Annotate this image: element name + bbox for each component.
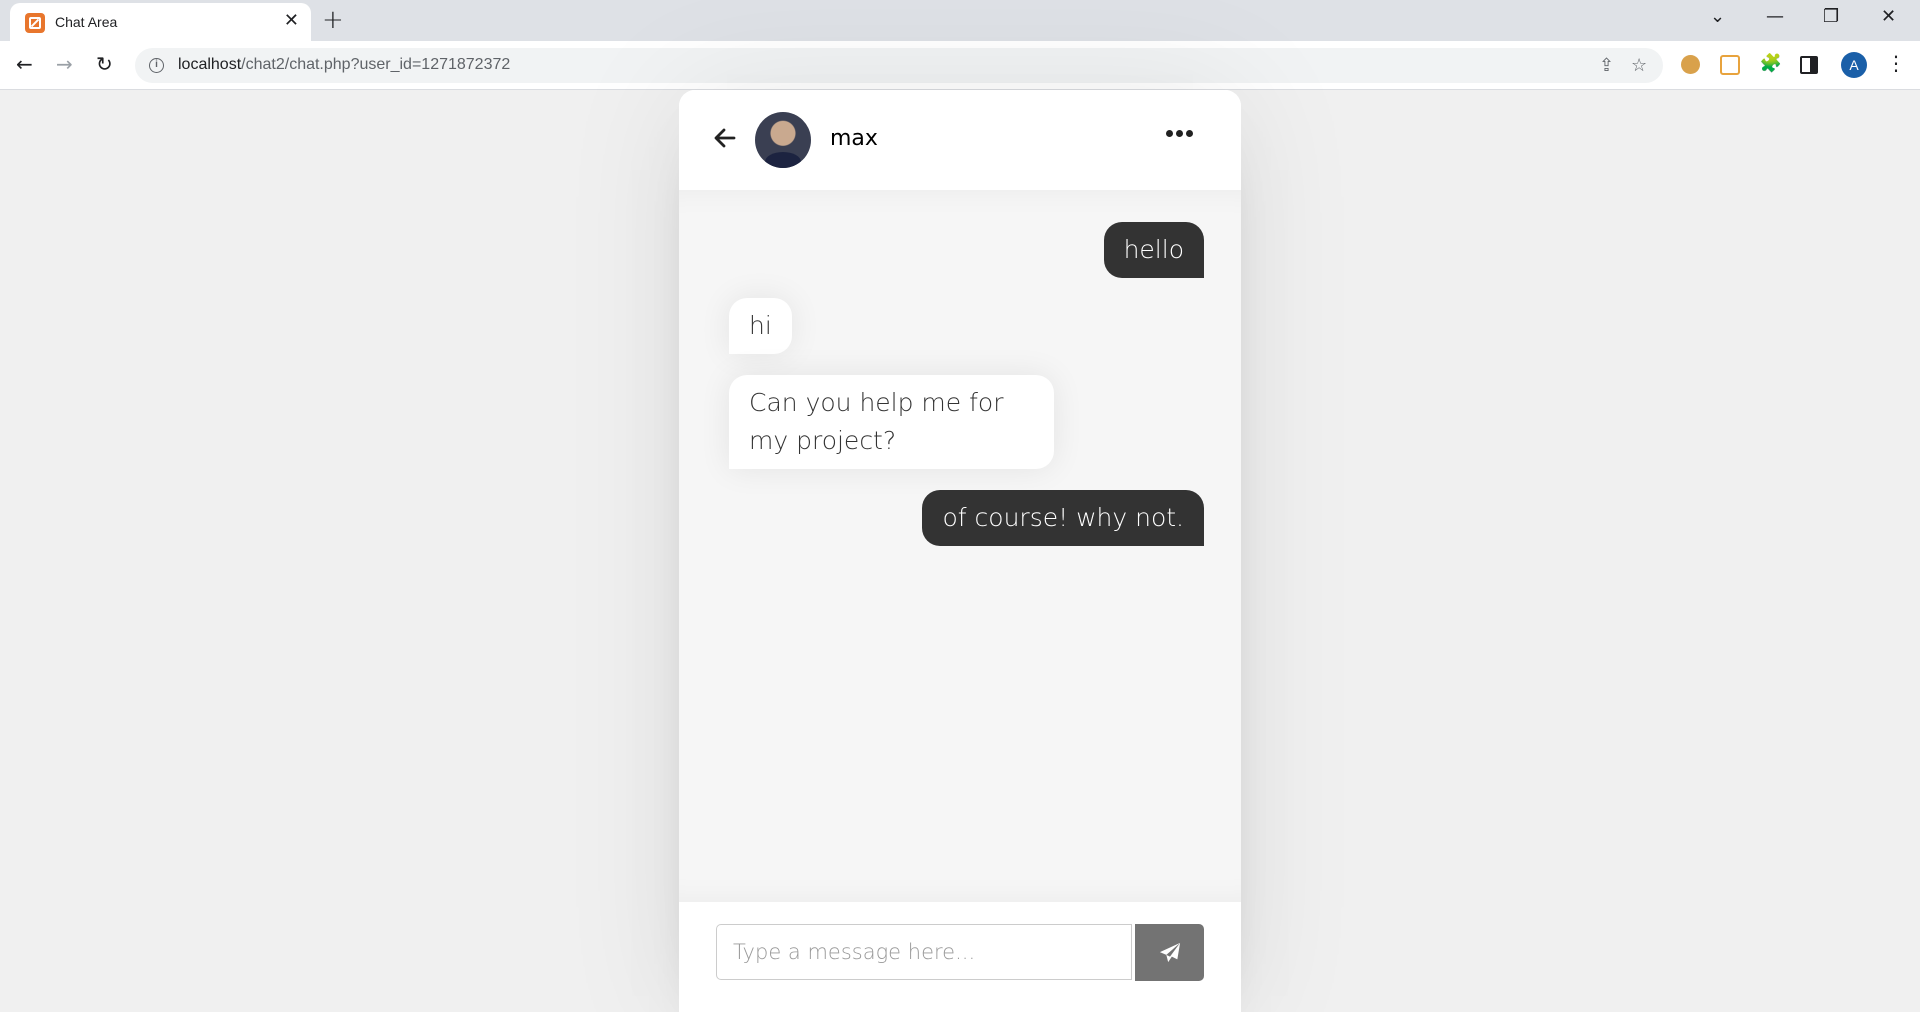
restore-button[interactable]: ❐ xyxy=(1823,6,1839,27)
minimize-button[interactable]: — xyxy=(1766,6,1784,27)
puzzle-icon[interactable]: 🧩 xyxy=(1760,52,1782,74)
incoming-message: Can you help me for my project? xyxy=(729,375,1054,469)
browser-toolbar: ← → ↻ i localhost/chat2/chat.php?user_id… xyxy=(0,41,1920,90)
share-icon[interactable]: ⇪ xyxy=(1599,55,1614,76)
profile-avatar[interactable]: A xyxy=(1841,52,1867,78)
typing-area xyxy=(679,902,1241,1012)
outgoing-message: hello xyxy=(1103,222,1204,278)
url-path: /chat2/chat.php?user_id=1271872372 xyxy=(241,56,511,73)
message-input[interactable] xyxy=(716,924,1132,980)
send-button[interactable] xyxy=(1135,924,1204,981)
chat-box: hello hi Can you help me for my project?… xyxy=(679,190,1241,902)
url-host: localhost xyxy=(178,56,242,73)
browser-tab[interactable]: Chat Area ✕ xyxy=(10,3,311,41)
outgoing-message: of course! why not. xyxy=(922,490,1204,546)
browser-menu-icon[interactable]: ⋮ xyxy=(1886,52,1906,74)
xampp-icon xyxy=(25,13,45,33)
incoming-message: hi xyxy=(729,298,792,354)
avatar xyxy=(755,112,811,168)
cookie-icon[interactable] xyxy=(1681,55,1700,74)
back-arrow-icon[interactable] xyxy=(713,126,737,150)
chat-header: max xyxy=(679,90,1241,190)
more-options-icon[interactable] xyxy=(1166,130,1193,137)
chat-username: max xyxy=(830,126,878,151)
frame-icon[interactable] xyxy=(1720,55,1740,75)
reload-button[interactable]: ↻ xyxy=(96,52,113,76)
tab-close-icon[interactable]: ✕ xyxy=(284,11,299,31)
tab-search-icon[interactable]: ⌄ xyxy=(1710,6,1725,27)
url-text[interactable]: localhost/chat2/chat.php?user_id=1271872… xyxy=(178,56,510,74)
forward-button[interactable]: → xyxy=(56,52,73,76)
site-info-icon[interactable]: i xyxy=(149,58,164,73)
tab-title: Chat Area xyxy=(55,14,118,30)
new-tab-button[interactable]: + xyxy=(322,6,344,34)
back-button[interactable]: ← xyxy=(16,52,33,76)
chat-area: max hello hi Can you help me for my proj… xyxy=(679,90,1241,1012)
browser-tab-bar: Chat Area ✕ + ⌄ — ❐ ✕ xyxy=(0,0,1920,41)
sidebar-icon[interactable] xyxy=(1800,56,1818,74)
page: max hello hi Can you help me for my proj… xyxy=(0,90,1920,1012)
paper-plane-icon xyxy=(1159,942,1180,962)
star-icon[interactable]: ☆ xyxy=(1631,55,1647,76)
close-window-button[interactable]: ✕ xyxy=(1881,6,1896,27)
address-bar[interactable]: i localhost/chat2/chat.php?user_id=12718… xyxy=(135,48,1663,83)
